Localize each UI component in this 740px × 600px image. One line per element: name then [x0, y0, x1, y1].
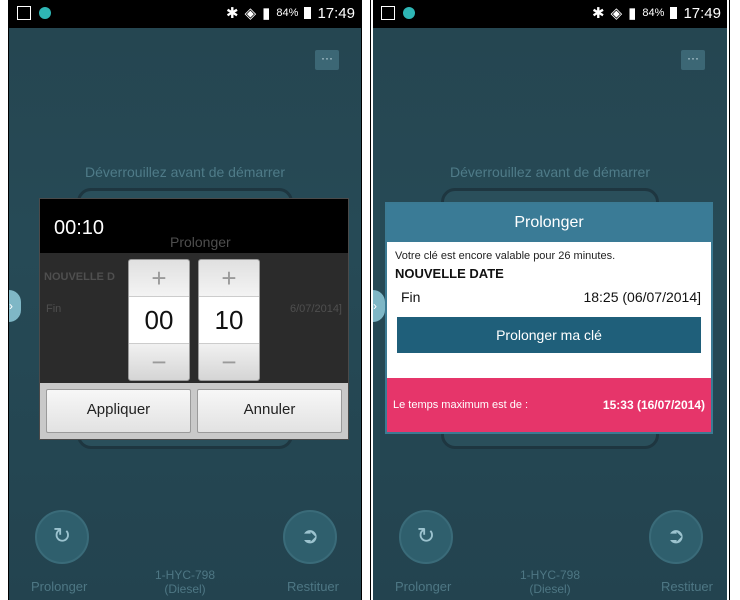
status-bar: ✱ ◈ ▮ 84% 17:49 — [9, 0, 361, 28]
side-drawer-handle[interactable]: › — [373, 290, 385, 322]
status-bar: ✱ ◈ ▮ 84% 17:49 — [373, 0, 727, 28]
end-label: Fin — [401, 289, 421, 305]
gallery-icon — [381, 6, 395, 20]
right-phone-screen: ✱ ◈ ▮ 84% 17:49 ··· Déverrouillez avant … — [373, 0, 727, 600]
minutes-minus-button[interactable]: − — [199, 344, 259, 380]
unlock-hint: Déverrouillez avant de démarrer — [85, 164, 285, 180]
hours-spinner: + 00 − — [128, 259, 190, 381]
ghost-fin: Fin — [46, 303, 62, 315]
max-time-label: Le temps maximum est de : — [393, 399, 529, 411]
end-value: 18:25 (06/07/2014] — [583, 289, 701, 305]
ghost-date: 6/07/2014] — [290, 303, 342, 315]
more-menu-button[interactable]: ··· — [315, 50, 339, 70]
restituer-label: Restituer — [286, 579, 339, 594]
side-drawer-handle[interactable]: › — [9, 290, 21, 322]
app-icon — [39, 7, 51, 19]
dialog-title: Prolonger — [387, 204, 711, 242]
max-time-value: 15:33 (16/07/2014) — [602, 398, 705, 412]
left-phone-screen: ✱ ◈ ▮ 84% 17:49 ··· Déverrouillez avant … — [9, 0, 361, 600]
prolonger-button[interactable]: ↻ — [35, 510, 89, 564]
time-picker-dialog: 00:10 Prolonger NOUVELLE D Fin 6/07/2014… — [39, 198, 349, 440]
minutes-spinner: + 10 − — [198, 259, 260, 381]
minutes-plus-button[interactable]: + — [199, 260, 259, 296]
battery-percent: 84% — [276, 7, 299, 19]
picker-body: NOUVELLE D Fin 6/07/2014] + 00 − + 10 − — [40, 253, 348, 383]
minutes-value[interactable]: 10 — [199, 296, 259, 344]
picker-actions: Appliquer Annuler — [40, 383, 348, 439]
battery-percent: 84% — [642, 7, 665, 19]
cancel-button[interactable]: Annuler — [197, 389, 342, 433]
apply-button[interactable]: Appliquer — [46, 389, 191, 433]
battery-icon — [670, 7, 678, 19]
hours-value[interactable]: 00 — [129, 296, 189, 344]
clock: 17:49 — [317, 4, 355, 22]
restituer-label: Restituer — [660, 579, 713, 594]
restituer-button[interactable]: ➲ — [649, 510, 703, 564]
restituer-button[interactable]: ➲ — [283, 510, 337, 564]
signal-icon: ▮ — [628, 5, 637, 22]
picker-time-display: 00:10 Prolonger — [40, 199, 348, 253]
hours-plus-button[interactable]: + — [129, 260, 189, 296]
wifi-icon: ◈ — [610, 5, 623, 22]
unlock-hint: Déverrouillez avant de démarrer — [450, 164, 650, 180]
max-time-banner: Le temps maximum est de : 15:33 (16/07/2… — [387, 378, 711, 432]
more-menu-button[interactable]: ··· — [681, 50, 705, 70]
prolonger-dialog: Prolonger Votre clé est encore valable p… — [385, 202, 713, 434]
gallery-icon — [17, 6, 31, 20]
bluetooth-icon: ✱ — [226, 5, 239, 22]
prolonger-button[interactable]: ↻ — [399, 510, 453, 564]
new-date-heading: NOUVELLE DATE — [395, 266, 504, 281]
clock: 17:49 — [683, 4, 721, 22]
battery-icon — [304, 7, 312, 19]
end-date-row[interactable]: Fin 18:25 (06/07/2014] — [387, 281, 711, 313]
ghost-new-date: NOUVELLE D — [44, 271, 115, 283]
app-icon — [403, 7, 415, 19]
validity-info: Votre clé est encore valable pour 26 min… — [395, 250, 616, 262]
wifi-icon: ◈ — [244, 5, 257, 22]
bluetooth-icon: ✱ — [592, 5, 605, 22]
signal-icon: ▮ — [262, 5, 271, 22]
hours-minus-button[interactable]: − — [129, 344, 189, 380]
extend-key-button[interactable]: Prolonger ma clé — [397, 317, 701, 353]
